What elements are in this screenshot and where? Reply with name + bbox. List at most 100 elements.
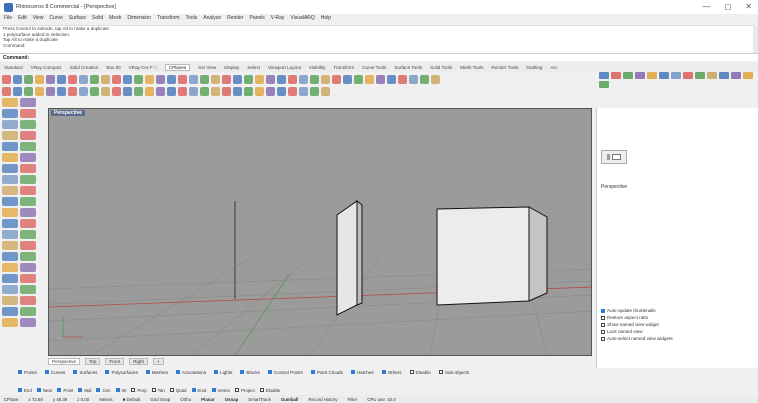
panel-tab-icon[interactable]	[659, 72, 669, 79]
menu-transform[interactable]: Transform	[157, 15, 180, 24]
tool-icon[interactable]	[2, 219, 18, 228]
tool-icon[interactable]	[2, 164, 18, 173]
tool-icon[interactable]	[2, 230, 18, 239]
toolbar-icon[interactable]	[24, 86, 33, 96]
tab-display[interactable]: Display	[224, 65, 239, 70]
tool-icon[interactable]	[20, 109, 36, 118]
panel-tab-icon[interactable]	[683, 72, 693, 79]
panel-tab-icon[interactable]	[623, 72, 633, 79]
maximize-button[interactable]: ◻	[725, 2, 732, 11]
menu-edit[interactable]: Edit	[18, 15, 27, 24]
filter-curves[interactable]: Curves	[44, 370, 65, 375]
osnap-perp[interactable]: Perp	[131, 388, 147, 393]
named-view-label[interactable]: Perspective	[601, 184, 627, 190]
menu-surface[interactable]: Surface	[69, 15, 86, 24]
status-default[interactable]: ■ Default	[123, 397, 141, 402]
panel-tab-icon[interactable]	[599, 81, 609, 88]
option-restore-aspect-ratio[interactable]: Restore aspect ratio	[601, 315, 673, 320]
tool-icon[interactable]	[2, 208, 18, 217]
tool-icon[interactable]	[20, 153, 36, 162]
toolbar-icon[interactable]	[57, 86, 66, 96]
minimize-button[interactable]: —	[703, 2, 711, 11]
toolbar-icon[interactable]	[332, 74, 341, 84]
toolbar-icon[interactable]	[343, 74, 352, 84]
tab-set-view[interactable]: Set View	[198, 65, 216, 70]
toolbar-icon[interactable]	[244, 86, 253, 96]
checkbox[interactable]	[381, 370, 386, 374]
tool-icon[interactable]	[20, 197, 36, 206]
osnap-near[interactable]: Near	[36, 388, 52, 393]
checkbox[interactable]	[151, 388, 156, 392]
checkbox[interactable]	[105, 370, 110, 374]
osnap-vertex[interactable]: Vertex	[211, 388, 230, 393]
tab-vray-cre-f[interactable]: VRay Cre F □	[129, 65, 157, 70]
toolbar-icon[interactable]	[13, 74, 22, 84]
menu-dimension[interactable]: Dimension	[127, 15, 151, 24]
perspective-viewport[interactable]: Perspective	[48, 108, 592, 356]
checkbox[interactable]	[240, 370, 245, 374]
filter-hatches[interactable]: Hatches	[350, 370, 374, 375]
panel-tab-icon[interactable]	[707, 72, 717, 79]
tool-icon[interactable]	[2, 109, 18, 118]
option-show-named-view-widget[interactable]: Show named view widget	[601, 322, 673, 327]
menu-help[interactable]: Help	[321, 15, 331, 24]
toolbar-icon[interactable]	[123, 86, 132, 96]
tool-icon[interactable]	[20, 131, 36, 140]
toolbar-icon[interactable]	[2, 86, 11, 96]
tab-select[interactable]: Select	[247, 65, 260, 70]
tool-icon[interactable]	[20, 219, 36, 228]
toolbar-icon[interactable]	[167, 86, 176, 96]
toolbar-icon[interactable]	[134, 74, 143, 84]
tool-icon[interactable]	[2, 175, 18, 184]
tool-icon[interactable]	[2, 197, 18, 206]
status-record-history[interactable]: Record History	[308, 397, 337, 402]
tab-cplanes[interactable]: CPlanes	[164, 64, 191, 71]
toolbar-icon[interactable]	[387, 74, 396, 84]
toolbar-icon[interactable]	[266, 74, 275, 84]
toolbar-icon[interactable]	[156, 74, 165, 84]
tool-icon[interactable]	[20, 318, 36, 327]
filter-annotations[interactable]: Annotations	[175, 370, 206, 375]
toolbar-icon[interactable]	[365, 74, 374, 84]
tab-solid-tools[interactable]: Solid Tools	[430, 65, 452, 70]
tool-icon[interactable]	[2, 263, 18, 272]
viewport-tab-perspective[interactable]: Perspective	[48, 357, 81, 365]
status-gumball[interactable]: Gumball	[281, 397, 299, 402]
viewport-title[interactable]: Perspective	[51, 110, 86, 116]
tab-visibility[interactable]: Visibility	[309, 65, 326, 70]
filter-lights[interactable]: Lights	[214, 370, 232, 375]
toolbar-icon[interactable]	[321, 74, 330, 84]
toolbar-icon[interactable]	[233, 74, 242, 84]
filter-meshes[interactable]: Meshes	[145, 370, 168, 375]
named-view-thumbnail[interactable]	[601, 150, 627, 164]
osnap-quad[interactable]: Quad	[169, 388, 187, 393]
osnap-tan[interactable]: Tan	[151, 388, 165, 393]
toolbar-icon[interactable]	[79, 74, 88, 84]
tab-mesh-tools[interactable]: Mesh Tools	[460, 65, 483, 70]
menu-solid[interactable]: Solid	[92, 15, 103, 24]
filter-blocks[interactable]: Blocks	[240, 370, 260, 375]
toolbar-icon[interactable]	[420, 74, 429, 84]
tab-transform[interactable]: Transform	[333, 65, 354, 70]
toolbar-icon[interactable]	[90, 86, 99, 96]
tab-drafting[interactable]: Drafting	[526, 65, 542, 70]
status-y-48-39[interactable]: y 48.39	[53, 397, 67, 402]
toolbar-icon[interactable]	[288, 74, 297, 84]
toolbar-icon[interactable]	[189, 86, 198, 96]
panel-tab-icon[interactable]	[743, 72, 753, 79]
checkbox[interactable]	[145, 370, 150, 374]
toolbar-icon[interactable]	[57, 74, 66, 84]
menu-tools[interactable]: Tools	[186, 15, 198, 24]
tool-icon[interactable]	[20, 208, 36, 217]
toolbar-icon[interactable]	[354, 74, 363, 84]
toolbar-icon[interactable]	[310, 74, 319, 84]
tool-icon[interactable]	[2, 241, 18, 250]
panel-tab-icon[interactable]	[671, 72, 681, 79]
filter-others[interactable]: Others	[381, 370, 402, 375]
checkbox[interactable]	[57, 388, 62, 392]
status-filter[interactable]: Filter	[347, 397, 357, 402]
toolbar-icon[interactable]	[156, 86, 165, 96]
toolbar-icon[interactable]	[398, 74, 407, 84]
toolbar-icon[interactable]	[222, 86, 231, 96]
toolbar-icon[interactable]	[24, 74, 33, 84]
